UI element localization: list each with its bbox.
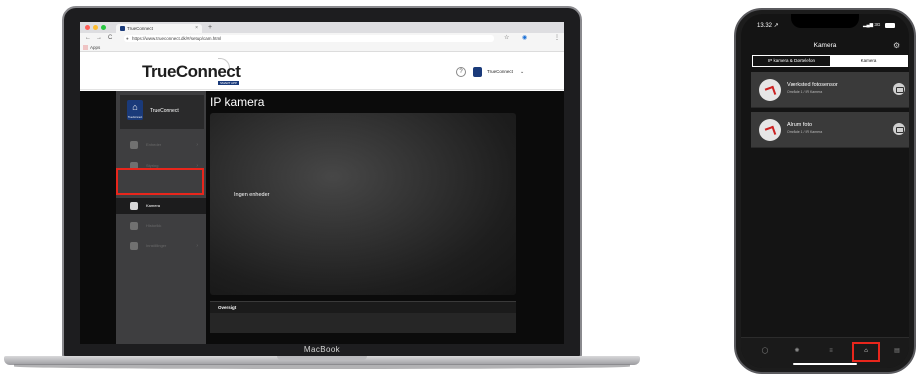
camera-name: Alrum foto [787, 122, 813, 128]
camera-area: Område 1 / IR Kamera [787, 130, 823, 134]
phone-screen: 13.32 ↗ ▂▄▆ 3G Kamera ⚙ IP kamera & Dørt… [741, 14, 909, 368]
site-header: TrueConnect SMART APP ? TrueConnect ⌄ [80, 52, 564, 90]
highlight-kamera-nav [116, 168, 204, 195]
segment-ip-camera-doorphone[interactable]: IP kamera & Dørtelefon [753, 56, 830, 66]
bookmark-star-icon[interactable]: ☆ [504, 33, 509, 44]
motion-sensor-icon [759, 79, 781, 101]
browser-tab-strip: TrueConnect × + [80, 22, 564, 33]
overview-panel [210, 313, 516, 333]
overview-header[interactable]: Oversigt [210, 301, 516, 313]
laptop-shadow [14, 364, 630, 369]
network-label: 3G [874, 22, 881, 27]
motion-sensor-icon [759, 119, 781, 141]
laptop-brand-label: MacBook [303, 345, 341, 354]
sidebar-item-label: Enheder [146, 142, 162, 147]
snapshot-camera-icon[interactable] [893, 123, 905, 135]
sidebar-item-label: Kamera [146, 203, 161, 208]
user-avatar-icon[interactable] [473, 67, 482, 77]
tab-sun-icon[interactable]: ✺ [792, 346, 802, 356]
camera-area: Område 1 / IR Kamera [787, 90, 823, 94]
sidebar-item-innstillinger[interactable]: Innstillinger › [116, 238, 206, 254]
new-tab-button[interactable]: + [208, 22, 212, 33]
camera-panel [210, 113, 516, 295]
sidebar-item-enheder[interactable]: Enheder › [116, 137, 206, 153]
sidebar-item-historikk[interactable]: Historikk [116, 218, 206, 234]
forward-icon[interactable]: → [96, 33, 102, 44]
logo-subtitle: SMART APP [218, 81, 240, 85]
reload-icon[interactable]: C [108, 33, 112, 44]
tab-list-icon[interactable]: ▤ [892, 346, 902, 356]
gear-icon[interactable]: ⚙ [893, 41, 900, 50]
apps-bookmark[interactable]: Apps [83, 44, 100, 52]
back-icon[interactable]: ← [85, 33, 91, 44]
lock-icon: ● [126, 36, 129, 41]
chevron-right-icon: › [196, 142, 198, 148]
help-button[interactable]: ? [456, 67, 466, 77]
tab-sliders-icon[interactable]: ≡ [826, 346, 836, 356]
sidebar-item-kamera[interactable]: Kamera [116, 198, 206, 214]
laptop-notch [277, 356, 367, 360]
shield-icon [130, 141, 138, 149]
address-bar-url: https://www.trueconnect.dk/#/setup/cam.h… [132, 36, 222, 41]
bookmarks-bar: Apps [80, 44, 564, 52]
document-icon [130, 222, 138, 230]
logo-signal-icon [218, 58, 230, 68]
browser-tab-title: TrueConnect [127, 26, 153, 31]
network-status: ▂▄▆ 3G [863, 22, 880, 28]
status-time: 13.32 ↗ [757, 23, 779, 29]
segment-camera[interactable]: Kamera [830, 56, 907, 66]
apps-label: Apps [90, 45, 101, 50]
address-row: ← → C ● https://www.trueconnect.dk/#/set… [80, 33, 564, 44]
extension-icon[interactable]: ◉ [522, 33, 527, 44]
brand-icon-text: TrueConnect [127, 116, 143, 119]
house-icon: ⌂ TrueConnect [127, 100, 143, 120]
camera-list-item[interactable]: Værksted fotosensor Område 1 / IR Kamera [751, 72, 909, 108]
sidebar-brand-name: TrueConnect [150, 108, 179, 114]
site-body: ⌂ TrueConnect TrueConnect Enheder › Styri… [80, 91, 564, 344]
camera-list-item[interactable]: Alrum foto Område 1 / IR Kamera [751, 112, 909, 148]
maximize-window-icon[interactable] [101, 25, 106, 30]
favicon-icon [120, 26, 125, 31]
user-name[interactable]: TrueConnect [487, 67, 513, 77]
segment-control: IP kamera & Dørtelefon Kamera [752, 55, 908, 67]
stage: MacBook TrueConnect × + ← → C ● https://… [0, 0, 920, 376]
close-window-icon[interactable] [85, 25, 90, 30]
minimize-window-icon[interactable] [93, 25, 98, 30]
address-bar[interactable]: ● https://www.trueconnect.dk/#/setup/cam… [124, 35, 494, 42]
gear-icon [130, 242, 138, 250]
page-title: IP kamera [210, 95, 265, 109]
empty-state-message: Ingen enheder [234, 192, 270, 198]
user-menu-chevron-icon[interactable]: ⌄ [520, 67, 524, 77]
browser-menu-icon[interactable]: ⋮ [554, 33, 560, 44]
tab-shield-icon[interactable]: ◯ [760, 346, 770, 356]
home-indicator[interactable] [793, 363, 857, 365]
apps-grid-icon [83, 45, 88, 50]
highlight-camera-tab [852, 342, 880, 362]
camera-name: Værksted fotosensor [787, 82, 838, 88]
camera-icon [130, 202, 138, 210]
chevron-right-icon: › [196, 243, 198, 249]
close-tab-icon[interactable]: × [195, 24, 198, 33]
battery-icon [885, 23, 895, 28]
phone-page-title: Kamera [813, 42, 837, 49]
browser-tab[interactable]: TrueConnect × [116, 24, 202, 33]
sidebar-item-label: Innstillinger [146, 243, 167, 248]
signal-icon: ▂▄▆ [863, 22, 875, 27]
snapshot-camera-icon[interactable] [893, 83, 905, 95]
sidebar-item-label: Historikk [146, 223, 162, 228]
phone-notch [791, 14, 859, 28]
